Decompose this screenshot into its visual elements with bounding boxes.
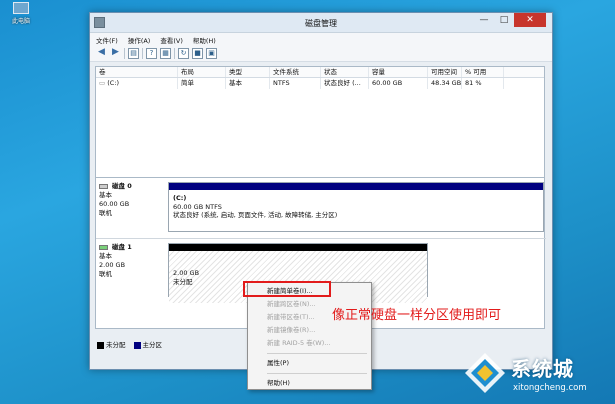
menu-action[interactable]: 操作(A) (128, 35, 151, 45)
properties-icon[interactable]: ▦ (160, 48, 171, 59)
layout-cell: 简单 (178, 78, 226, 89)
disk-icon (99, 183, 108, 189)
legend-label: 主分区 (142, 341, 163, 349)
desktop-icon-label: 此电脑 (11, 18, 30, 25)
partition-c-details: (C:) 60.00 GB NTFS 状态良好 (系统, 启动, 页面文件, 活… (169, 190, 543, 220)
column-header-capacity[interactable]: 容量 (369, 67, 428, 77)
volume-cell: ▭ (C:) (96, 78, 178, 89)
legend-swatch (133, 341, 141, 349)
watermark-logo-icon (465, 353, 505, 393)
watermark-url: xitongcheng.com (513, 383, 587, 393)
toolbar-separator (174, 48, 175, 59)
column-header-free-space[interactable]: 可用空间 (428, 67, 462, 77)
volume-name: (C:) (107, 79, 120, 87)
partition-c-title: (C:) (173, 194, 187, 202)
disk-0-size: 60.00 GB (99, 200, 130, 208)
column-header-type[interactable]: 类型 (226, 67, 270, 77)
rescan-icon[interactable]: ▣ (206, 48, 217, 59)
status-cell: 状态良好 (... (321, 78, 369, 89)
partition-c-size: 60.00 GB NTFS (173, 202, 222, 211)
unallocated-bar (169, 244, 427, 251)
maximize-button[interactable]: □ (494, 13, 514, 27)
partition-c[interactable]: (C:) 60.00 GB NTFS 状态良好 (系统, 启动, 页面文件, 活… (168, 182, 544, 232)
disk-1-type: 基本 (99, 252, 112, 260)
watermark-name: 系统城 (511, 357, 574, 381)
console-tree-icon[interactable]: ▤ (128, 48, 139, 59)
title-bar[interactable]: 磁盘管理 — □ ✕ (90, 13, 552, 33)
disk-0-type: 基本 (99, 191, 112, 199)
menu-separator (267, 353, 367, 354)
volume-list-header: 卷 布局 类型 文件系统 状态 容量 可用空间 % 可用 (96, 67, 544, 78)
menu-bar: 文件(F) 操作(A) 查看(V) 帮助(H) (90, 33, 552, 46)
menu-separator (267, 373, 367, 374)
toolbar-separator (124, 48, 125, 59)
menu-help[interactable]: 帮助(H) (193, 35, 216, 45)
column-header-percent-free[interactable]: % 可用 (462, 67, 504, 77)
menu-file[interactable]: 文件(F) (96, 35, 118, 45)
legend-label: 未分配 (106, 341, 126, 349)
partition-c-status: 状态良好 (系统, 启动, 页面文件, 活动, 故障转储, 主分区) (173, 211, 338, 219)
menu-item-properties[interactable]: 属性(P) (248, 357, 371, 370)
help-icon[interactable]: ? (146, 48, 157, 59)
column-header-volume[interactable]: 卷 (96, 67, 178, 77)
context-menu: 新建简单卷(I)... 新建跨区卷(N)... 新建带区卷(T)... 新建镜像… (247, 282, 372, 390)
filler-cell (504, 78, 544, 89)
column-header-filler (504, 67, 544, 77)
disk-1-label[interactable]: 磁盘 1 基本 2.00 GB 联机 (99, 243, 165, 279)
menu-item-new-mirrored-volume[interactable]: 新建镜像卷(R)... (248, 324, 371, 337)
percent-free-cell: 81 % (462, 78, 504, 89)
type-cell: 基本 (226, 78, 270, 89)
column-header-layout[interactable]: 布局 (178, 67, 226, 77)
watermark: 系统城 xitongcheng.com (461, 351, 613, 401)
volume-list: 卷 布局 类型 文件系统 状态 容量 可用空间 % 可用 ▭ (C:) 简单 基… (95, 66, 545, 183)
column-header-status[interactable]: 状态 (321, 67, 369, 77)
highlight-box (243, 281, 331, 297)
legend: 未分配 主分区 (97, 339, 162, 349)
disk-icon (99, 244, 108, 250)
computer-icon (13, 2, 29, 14)
forward-arrow-icon[interactable]: ▶ (110, 48, 121, 59)
toolbar: ◀ ▶ ▤ ? ▦ ↻ ■ ▣ (90, 46, 552, 62)
disk-1-name: 磁盘 1 (112, 243, 132, 251)
disk-0-label[interactable]: 磁盘 0 基本 60.00 GB 联机 (99, 182, 165, 218)
unallocated-size: 2.00 GB (173, 269, 200, 277)
filesystem-cell: NTFS (270, 78, 321, 89)
window-controls: — □ ✕ (474, 13, 546, 27)
annotation-text: 像正常硬盘一样分区使用即可 (332, 308, 502, 323)
toolbar-separator (142, 48, 143, 59)
volume-drive-icon: ▭ (99, 79, 108, 87)
back-arrow-icon[interactable]: ◀ (96, 48, 107, 59)
refresh-icon[interactable]: ↻ (178, 48, 189, 59)
legend-primary: 主分区 (133, 339, 163, 349)
menu-item-new-raid5-volume[interactable]: 新建 RAID-5 卷(W)... (248, 337, 371, 350)
menu-item-help[interactable]: 帮助(H) (248, 377, 371, 390)
lock-icon[interactable]: ■ (192, 48, 203, 59)
primary-partition-bar (169, 183, 543, 190)
column-header-filesystem[interactable]: 文件系统 (270, 67, 321, 77)
menu-view[interactable]: 查看(V) (160, 35, 183, 45)
capacity-cell: 60.00 GB (369, 78, 428, 89)
legend-swatch (97, 341, 104, 349)
free-space-cell: 48.34 GB (428, 78, 462, 89)
disk-1-row: 磁盘 1 基本 2.00 GB 联机 2.00 GB 未分配 (96, 238, 546, 303)
legend-unallocated: 未分配 (97, 339, 126, 349)
disk-0-name: 磁盘 0 (112, 182, 132, 190)
close-button[interactable]: ✕ (514, 13, 546, 27)
minimize-button[interactable]: — (474, 13, 494, 27)
table-row[interactable]: ▭ (C:) 简单 基本 NTFS 状态良好 (... 60.00 GB 48.… (96, 78, 544, 89)
disk-1-state: 联机 (99, 270, 112, 278)
disk-0-state: 联机 (99, 209, 112, 217)
disk-1-size: 2.00 GB (99, 261, 126, 269)
this-pc-desktop-icon[interactable]: 此电脑 (4, 2, 38, 25)
